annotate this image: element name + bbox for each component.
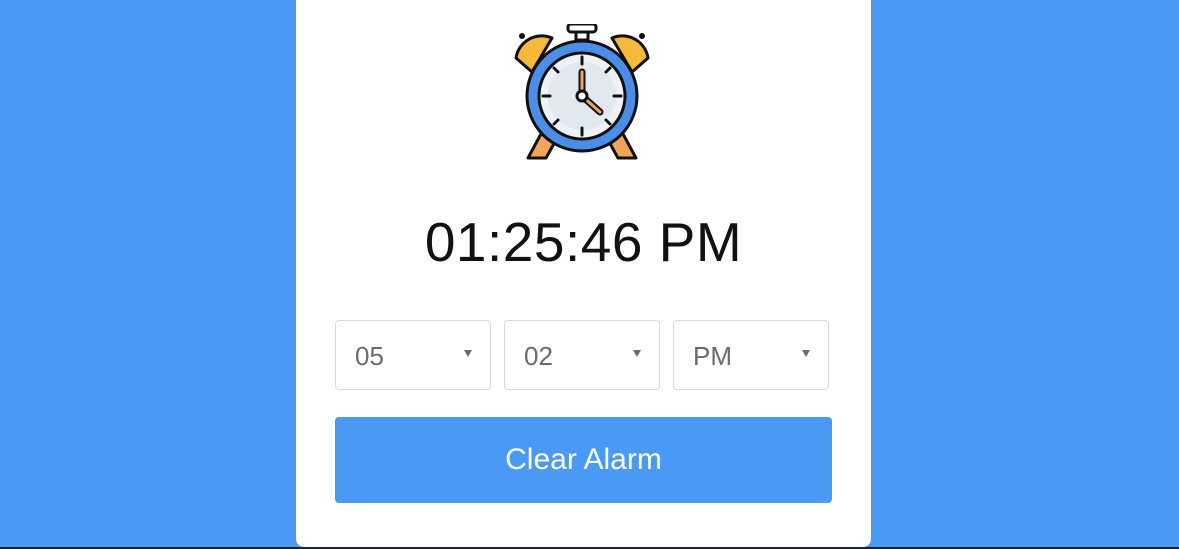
hour-select[interactable]: 05 — [335, 320, 491, 390]
period-select-value: PM — [693, 341, 732, 371]
clear-alarm-button[interactable]: Clear Alarm — [335, 417, 832, 503]
period-select[interactable]: PM — [673, 320, 829, 390]
minute-select-value: 02 — [524, 341, 553, 371]
alarm-card: 01:25:46 PM 05 02 PM Clear Alarm — [296, 0, 871, 547]
chevron-down-icon — [633, 350, 641, 357]
current-time: 01:25:46 PM — [424, 211, 743, 273]
chevron-down-icon — [464, 350, 472, 357]
minute-select[interactable]: 02 — [504, 320, 660, 390]
hour-select-value: 05 — [355, 341, 384, 371]
alarm-time-selects: 05 02 PM — [335, 320, 832, 392]
chevron-down-icon — [802, 350, 810, 357]
alarm-clock-icon — [514, 24, 650, 160]
